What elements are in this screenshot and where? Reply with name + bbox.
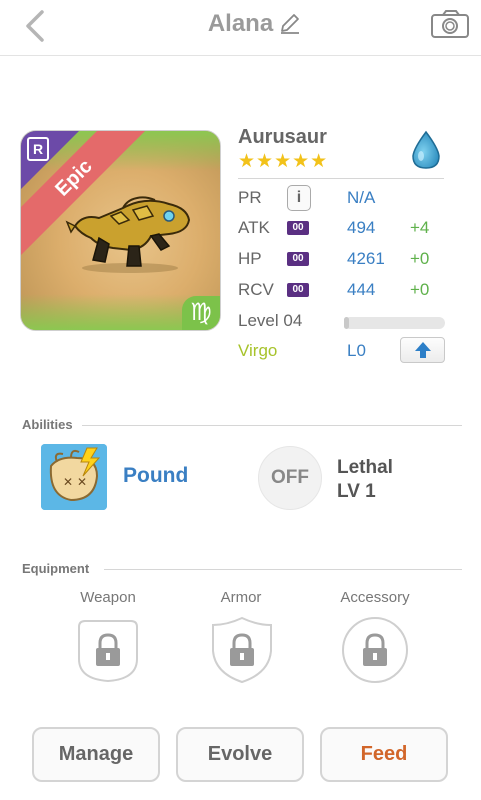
monster-sprite xyxy=(65,196,191,273)
stat-value: 494 xyxy=(347,218,376,237)
stat-tag: 00 xyxy=(287,283,309,297)
evolve-button[interactable]: Evolve xyxy=(176,727,304,782)
stat-label: PR xyxy=(238,188,262,207)
stat-label: RCV xyxy=(238,280,274,299)
virgo-sign-icon: ♍ xyxy=(182,296,220,330)
page-title: Alana xyxy=(207,10,274,37)
stat-label: ATK xyxy=(238,218,270,237)
star-rating: ★★★★★ xyxy=(238,151,329,172)
sign-label: Virgo xyxy=(238,341,278,360)
top-bar: Alana xyxy=(0,0,481,56)
stat-value: 444 xyxy=(347,280,376,299)
water-drop-icon xyxy=(412,130,440,169)
accessory-slot-label: Accessory xyxy=(340,589,410,606)
armor-slot-lock-icon[interactable] xyxy=(207,615,277,685)
level-label: Level 04 xyxy=(238,311,303,330)
passive-ability-text[interactable]: Lethal LV 1 xyxy=(337,456,393,504)
weapon-slot-lock-icon[interactable] xyxy=(73,615,143,685)
upgrade-sign-button[interactable] xyxy=(400,337,445,363)
level-row: Level 04 xyxy=(238,311,448,335)
monster-name: Aurusaur xyxy=(238,126,327,148)
arrow-up-icon xyxy=(414,342,431,358)
passive-state: OFF xyxy=(271,467,309,488)
divider xyxy=(82,425,462,426)
level-progress-fill xyxy=(344,317,350,329)
pencil-icon[interactable] xyxy=(278,12,302,36)
abilities-heading: Abilities xyxy=(22,417,73,432)
stat-row-rcv: RCV 00 444 +0 xyxy=(238,280,448,304)
pound-ability-icon[interactable]: ✕ ✕ xyxy=(41,444,107,510)
active-ability-name[interactable]: Pound xyxy=(123,464,188,488)
monster-portrait-card[interactable]: Epic R ♍ xyxy=(20,130,221,331)
passive-ability-name: Lethal xyxy=(337,457,393,478)
fist-icon: ✕ ✕ xyxy=(41,444,107,510)
camera-icon[interactable] xyxy=(430,9,470,39)
sign-level: L0 xyxy=(347,341,366,360)
stat-bonus: +0 xyxy=(410,249,430,268)
manage-button[interactable]: Manage xyxy=(32,727,160,782)
info-button[interactable]: i xyxy=(287,185,311,211)
divider xyxy=(104,569,462,570)
stat-value: 4261 xyxy=(347,249,385,268)
stat-value: N/A xyxy=(347,188,376,207)
sign-row: Virgo L0 xyxy=(238,337,448,365)
stat-row-pr: PR i N/A xyxy=(238,185,448,212)
stat-tag: 00 xyxy=(287,252,309,266)
stat-label: HP xyxy=(238,249,262,268)
passive-ability-toggle[interactable]: OFF xyxy=(258,446,322,510)
weapon-slot-label: Weapon xyxy=(80,589,136,606)
accessory-slot-lock-icon[interactable] xyxy=(340,615,410,685)
stat-row-atk: ATK 00 494 +4 xyxy=(238,218,448,242)
svg-text:✕: ✕ xyxy=(63,475,73,489)
stat-bonus: +4 xyxy=(410,218,430,237)
equipment-heading: Equipment xyxy=(22,561,90,576)
svg-text:✕: ✕ xyxy=(77,475,87,489)
level-progress-bar xyxy=(344,317,445,329)
stat-row-hp: HP 00 4261 +0 xyxy=(238,249,448,273)
rarity-badge: R xyxy=(27,137,49,161)
stat-bonus: +0 xyxy=(410,280,430,299)
armor-slot-label: Armor xyxy=(220,589,262,606)
passive-ability-level: LV 1 xyxy=(337,481,376,502)
divider xyxy=(238,178,444,179)
feed-button[interactable]: Feed xyxy=(320,727,448,782)
stat-tag: 00 xyxy=(287,221,309,235)
